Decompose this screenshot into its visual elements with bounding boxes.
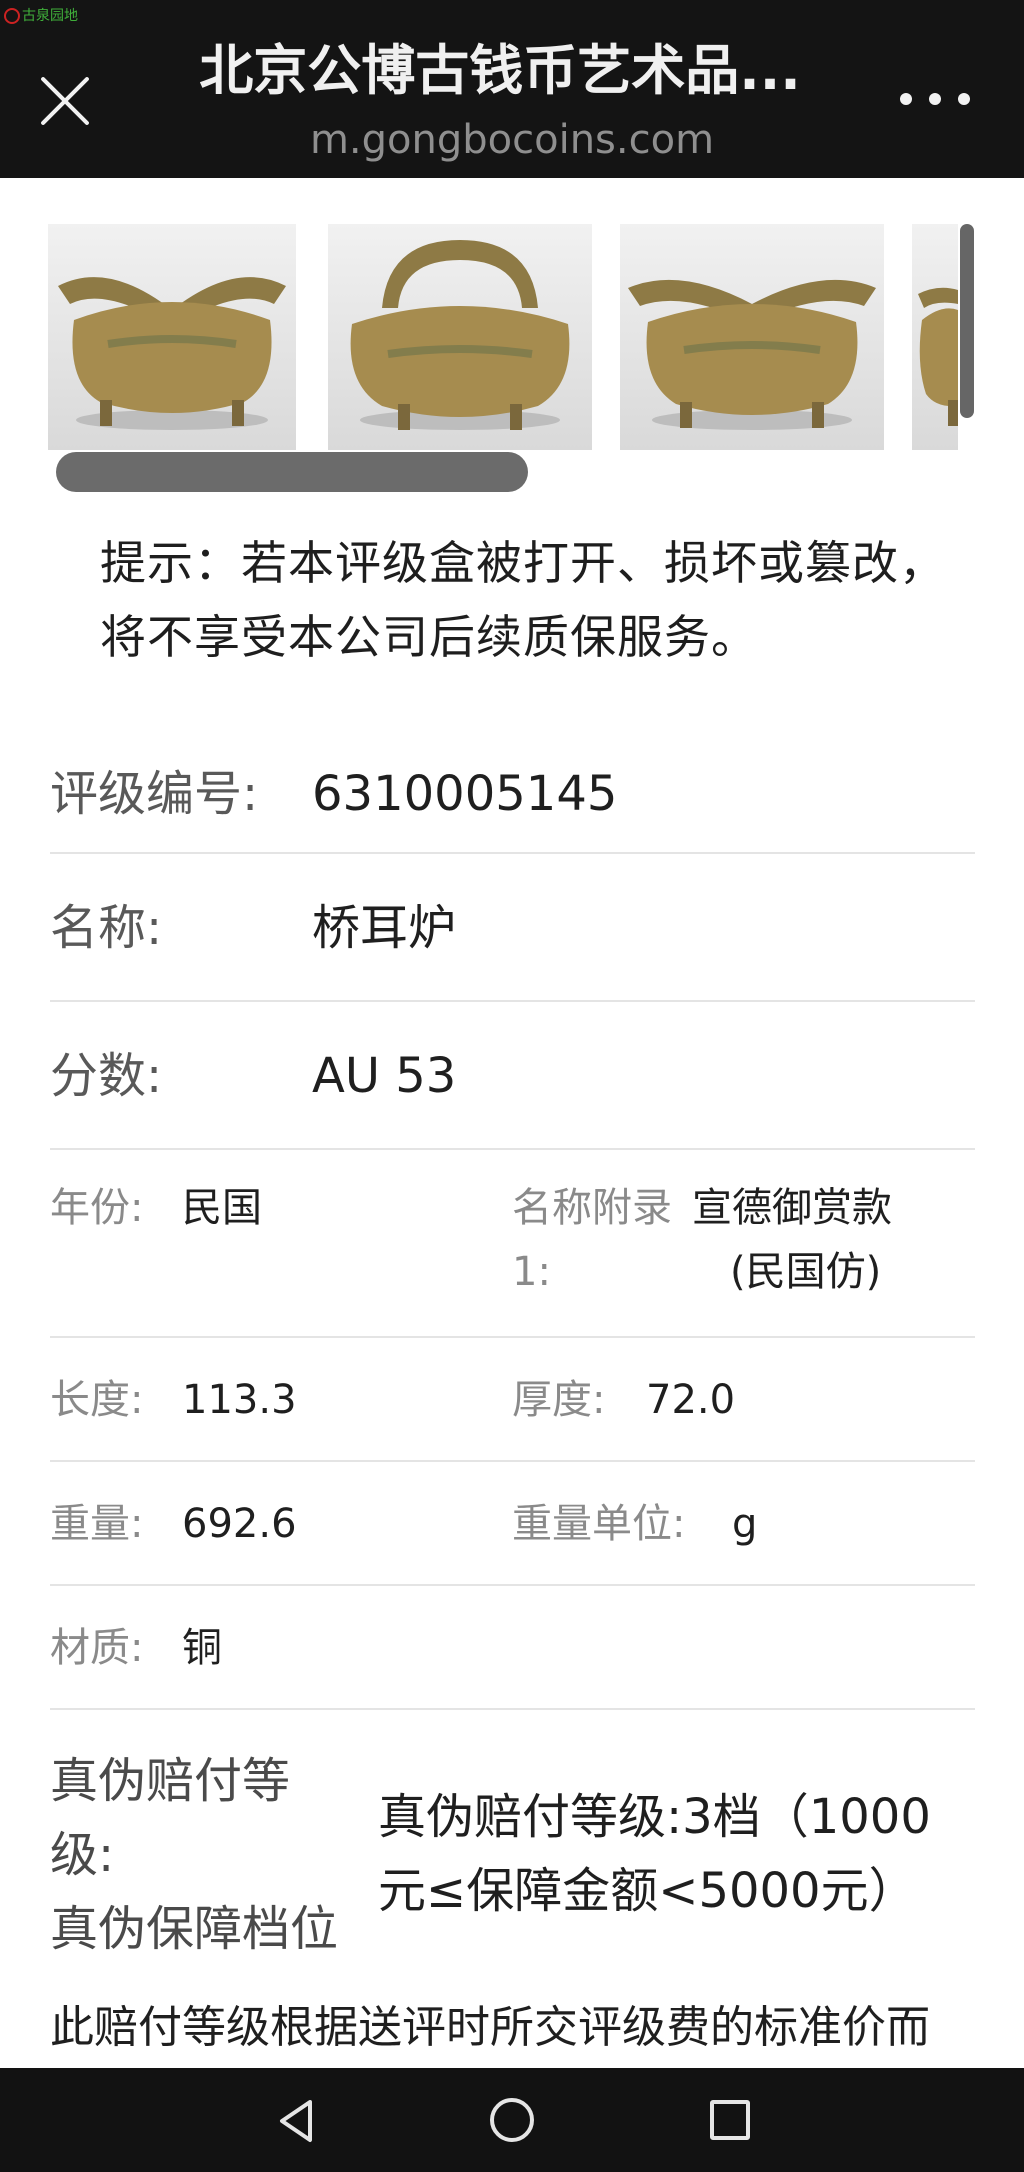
- more-options-icon[interactable]: [900, 88, 970, 110]
- top-bar: 古泉园地 北京公博古钱币艺术品... m.gongbocoins.com: [0, 0, 1024, 178]
- score-label: 分数:: [50, 1048, 163, 1104]
- image-gallery[interactable]: [48, 224, 958, 450]
- gallery-image[interactable]: [48, 224, 296, 450]
- score-value: AU 53: [312, 1048, 457, 1104]
- footnote-text: 此赔付等级根据送评时所交评级费的标准价而: [50, 2002, 930, 2053]
- back-icon[interactable]: [276, 2098, 316, 2144]
- year-row: 年份: 民国 名称附录 1: 宣德御赏款 (民国仿): [50, 1150, 975, 1338]
- thickness-value: 72.0: [646, 1377, 736, 1423]
- censer-image: [628, 279, 876, 430]
- horizontal-scrollbar[interactable]: [56, 452, 528, 492]
- name-row: 名称: 桥耳炉: [50, 854, 975, 1002]
- material-label: 材质:: [50, 1625, 144, 1671]
- guarantee-label-line: 级:: [50, 1827, 115, 1883]
- guarantee-label-line: 真伪保障档位: [50, 1901, 339, 1957]
- censer-image: [58, 277, 286, 430]
- guarantee-value: 真伪赔付等级:3档（1000 元≤保障金额<5000元）: [378, 1780, 978, 1928]
- watermark-text: 古泉园地: [22, 8, 78, 24]
- censer-image: [918, 287, 958, 426]
- vertical-scrollbar[interactable]: [960, 224, 974, 418]
- weight-unit-label: 重量单位:: [512, 1501, 686, 1547]
- year-value: 民国: [182, 1185, 262, 1231]
- watermark-logo-icon: [4, 8, 20, 24]
- watermark: 古泉园地: [4, 6, 78, 26]
- grade-number-label: 评级编号:: [50, 766, 259, 822]
- guarantee-value-line: 元≤保障金额<5000元）: [378, 1863, 917, 1919]
- length-row: 长度: 113.3 厚度: 72.0: [50, 1338, 975, 1462]
- year-label: 年份:: [50, 1185, 144, 1231]
- thickness-label: 厚度:: [512, 1377, 606, 1423]
- home-icon[interactable]: [490, 2098, 534, 2142]
- guarantee-label-line: 真伪赔付等: [50, 1753, 291, 1809]
- weight-unit-value: g: [732, 1501, 758, 1547]
- score-row: 分数: AU 53: [50, 1002, 975, 1150]
- name-appendix-label: 名称附录: [512, 1185, 672, 1231]
- name-value: 桥耳炉: [312, 900, 457, 956]
- close-icon[interactable]: [36, 72, 94, 130]
- weight-row: 重量: 692.6 重量单位: g: [50, 1462, 975, 1586]
- guarantee-label: 真伪赔付等 级: 真伪保障档位: [50, 1744, 380, 1966]
- recent-apps-icon[interactable]: [710, 2100, 750, 2140]
- name-label: 名称:: [50, 900, 163, 956]
- page-url: m.gongbocoins.com: [309, 117, 715, 163]
- grade-number-row: 评级编号: 6310005145: [50, 750, 975, 854]
- guarantee-value-line: 真伪赔付等级:3档（1000: [378, 1789, 931, 1845]
- censer-image: [350, 240, 570, 430]
- gallery-image[interactable]: [328, 224, 592, 450]
- notice-text: 提示：若本评级盒被打开、损坏或篡改，将不享受本公司后续质保服务。: [100, 536, 946, 664]
- page-title: 北京公博古钱币艺术品...: [199, 39, 801, 102]
- name-appendix-value: 宣德御赏款: [692, 1185, 892, 1231]
- gallery-image[interactable]: [620, 224, 884, 450]
- weight-value: 692.6: [182, 1501, 297, 1547]
- length-label: 长度:: [50, 1377, 144, 1423]
- grade-number-value: 6310005145: [312, 766, 618, 822]
- material-row: 材质: 铜: [50, 1586, 975, 1710]
- length-value: 113.3: [182, 1377, 297, 1423]
- material-value: 铜: [182, 1625, 222, 1671]
- name-appendix-value-note: (民国仿): [730, 1249, 882, 1295]
- navigation-bar: [0, 2068, 1024, 2172]
- name-appendix-label-index: 1:: [512, 1249, 551, 1295]
- weight-label: 重量:: [50, 1501, 144, 1547]
- gallery-image[interactable]: [912, 224, 958, 450]
